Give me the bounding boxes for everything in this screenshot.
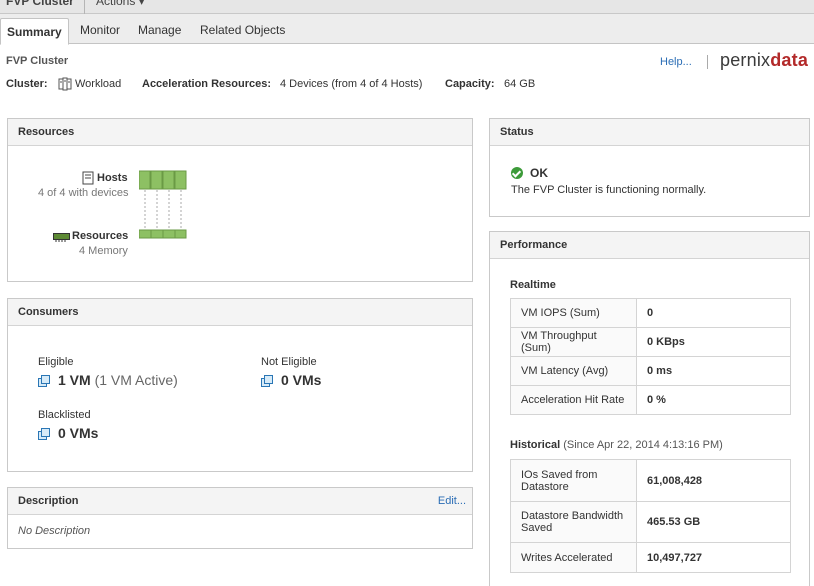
description-title-text: Description [18,495,79,507]
resources-label: Resources [72,230,129,242]
vm-icon [38,375,50,387]
description-panel-title: Description Edit... [8,488,472,515]
table-row: Writes Accelerated 10,497,727 [510,542,791,573]
ok-status-icon [511,167,523,179]
historical-section-title: Historical (Since Apr 22, 2014 4:13:16 P… [510,439,723,451]
resources-panel: Resources [7,118,473,282]
metric-name: Datastore Bandwidth Saved [510,501,637,543]
hosts-subtext: 4 of 4 with devices [38,187,129,199]
table-row: Datastore Bandwidth Saved 465.53 GB [510,501,791,543]
cluster-value[interactable]: Workload [75,78,121,90]
tab-summary[interactable]: Summary [0,18,69,45]
eligible-active-note: (1 VM Active) [94,372,178,388]
realtime-table: VM IOPS (Sum) 0 VM Throughput (Sum) 0 KB… [510,298,791,415]
eligible-label: Eligible [38,356,74,368]
resource-topology-graphic [139,170,187,239]
realtime-section-title: Realtime [510,279,556,291]
tab-manage[interactable]: Manage [138,23,181,37]
table-row: IOs Saved from Datastore 61,008,428 [510,459,791,502]
metric-value: 0 [636,298,791,328]
cluster-label: Cluster: [6,78,48,90]
capacity-value: 64 GB [504,78,536,90]
table-row: VM Throughput (Sum) 0 KBps [510,327,791,357]
metric-name: VM Throughput (Sum) [510,327,637,357]
capacity-label: Capacity: [445,78,495,90]
metric-value: 0 KBps [636,327,791,357]
acceleration-resources-value: 4 Devices (from 4 of 4 Hosts) [280,78,423,90]
consumers-panel-title: Consumers [8,299,472,326]
metric-name: Acceleration Hit Rate [510,385,637,415]
metric-name: IOs Saved from Datastore [510,459,637,502]
help-link[interactable]: Help... [660,56,692,68]
blacklisted-label: Blacklisted [38,409,91,421]
metric-name: Writes Accelerated [510,542,637,573]
tab-monitor[interactable]: Monitor [80,23,120,37]
logo-divider [707,55,708,69]
metric-name: VM IOPS (Sum) [510,298,637,328]
page-title: FVP Cluster [6,55,69,67]
historical-table: IOs Saved from Datastore 61,008,428 Datas… [510,459,791,573]
metric-value: 10,497,727 [636,542,791,573]
status-panel-title: Status [490,119,809,146]
object-header-bar: FVP Cluster Actions ▾ [0,0,814,14]
cluster-icon [58,77,72,91]
blacklisted-count[interactable]: 0 VMs [58,425,98,441]
status-state: OK [530,166,548,180]
vm-icon [261,375,273,387]
metric-value: 0 ms [636,356,791,386]
resources-panel-title: Resources [8,119,472,146]
metric-value: 61,008,428 [636,459,791,502]
host-icon [82,171,94,185]
description-panel: Description Edit... [7,487,473,549]
tab-related-objects[interactable]: Related Objects [200,23,285,37]
eligible-count[interactable]: 1 VM (1 VM Active) [58,372,178,388]
not-eligible-count[interactable]: 0 VMs [281,372,321,388]
table-row: VM IOPS (Sum) 0 [510,298,791,328]
vm-icon [38,428,50,440]
actions-menu[interactable]: Actions ▾ [96,0,145,8]
status-message: The FVP Cluster is functioning normally. [511,184,707,196]
object-name: FVP Cluster [6,0,74,8]
table-row: Acceleration Hit Rate 0 % [510,385,791,415]
edit-description-link[interactable]: Edit... [438,495,466,507]
table-row: VM Latency (Avg) 0 ms [510,356,791,386]
acceleration-resources-label: Acceleration Resources: [142,78,271,90]
memory-icon [53,233,70,242]
metric-name: VM Latency (Avg) [510,356,637,386]
not-eligible-label: Not Eligible [261,356,317,368]
hosts-label: Hosts [97,172,128,184]
metric-value: 0 % [636,385,791,415]
historical-since-note: (Since Apr 22, 2014 4:13:16 PM) [563,439,723,451]
header-divider [84,0,85,14]
performance-panel-title: Performance [490,232,809,259]
pernixdata-logo: pernixdata [720,50,809,70]
description-text: No Description [18,525,91,537]
tab-bar: Summary Monitor Manage Related Objects [0,14,814,45]
resources-subtext: 4 Memory [79,245,128,257]
metric-value: 465.53 GB [636,501,791,543]
